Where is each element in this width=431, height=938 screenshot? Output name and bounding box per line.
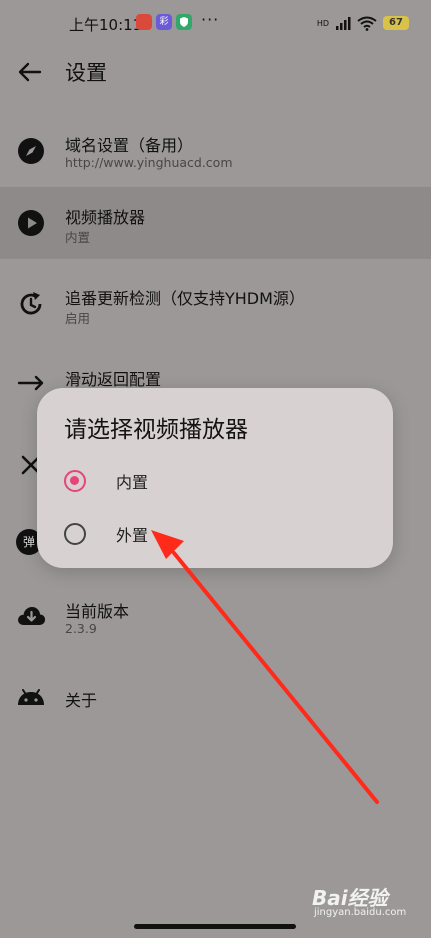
setting-subtitle: http://www.yinghuacd.com (65, 155, 233, 170)
cloud-download-icon (18, 607, 46, 625)
network-type-label: HD (316, 18, 329, 28)
refresh-clock-icon (20, 292, 42, 315)
home-indicator[interactable] (134, 924, 296, 929)
status-bar: 上午10:11 彩 ··· HD 67 (0, 0, 431, 46)
setting-title: 滑动返回配置 (65, 370, 162, 389)
app-notification-icon (136, 14, 152, 30)
option-label: 外置 (116, 526, 149, 545)
app-bar: 设置 (0, 46, 431, 98)
setting-title: 追番更新检测（仅支持YHDM源） (65, 289, 305, 308)
arrow-right-icon (17, 375, 44, 391)
setting-title: 当前版本 (65, 602, 130, 621)
wifi-icon (357, 16, 377, 31)
android-icon (18, 689, 44, 705)
status-time: 上午10:11 (69, 16, 143, 34)
arrow-left-icon[interactable] (14, 56, 46, 88)
setting-subtitle: 2.3.9 (65, 621, 97, 636)
compass-icon (18, 138, 44, 164)
radio-unselected-icon[interactable] (64, 523, 86, 545)
watermark-url: jingyan.baidu.com (314, 907, 407, 918)
setting-title: 视频播放器 (65, 208, 146, 227)
app-notification-icon: 彩 (156, 14, 172, 30)
more-notifications-icon: ··· (201, 10, 220, 29)
radio-selected-icon[interactable] (64, 470, 86, 492)
page-title: 设置 (65, 61, 107, 85)
setting-title: 域名设置（备用） (65, 136, 194, 155)
play-circle-icon (18, 210, 44, 236)
battery-icon: 67 (383, 16, 409, 30)
setting-subtitle: 内置 (65, 230, 91, 245)
setting-update-check[interactable]: 追番更新检测（仅支持YHDM源） 启用 (0, 268, 431, 340)
option-builtin[interactable]: 内置 (37, 455, 393, 507)
option-external[interactable]: 外置 (37, 508, 393, 560)
setting-version[interactable]: 当前版本 2.3.9 (0, 580, 431, 652)
watermark: Bai经验 jingyan.baidu.com (312, 882, 412, 922)
setting-domain[interactable]: 域名设置（备用） http://www.yinghuacd.com (0, 115, 431, 187)
status-icons: HD 67 (317, 14, 409, 32)
dialog-title: 请选择视频播放器 (64, 417, 248, 443)
setting-subtitle: 启用 (65, 311, 91, 326)
setting-title: 关于 (65, 691, 98, 710)
setting-video-player[interactable]: 视频播放器 内置 (0, 187, 431, 259)
player-select-dialog: 请选择视频播放器 内置 外置 (37, 388, 393, 568)
option-label: 内置 (116, 473, 149, 492)
setting-about[interactable]: 关于 (0, 660, 431, 732)
signal-icon (336, 17, 351, 30)
shield-icon (176, 14, 192, 30)
